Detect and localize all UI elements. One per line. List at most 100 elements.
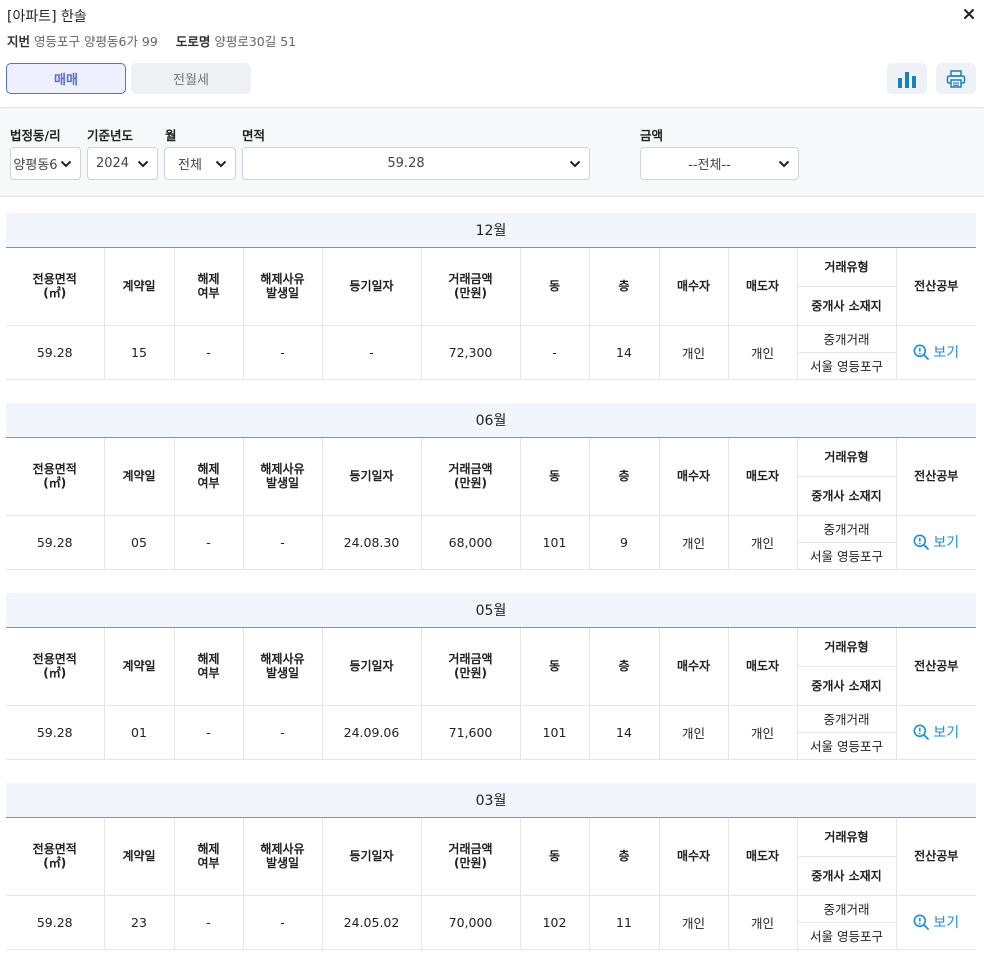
cell-deal-type: 중개거래: [797, 895, 897, 923]
road-label: 도로명: [175, 34, 211, 49]
print-button[interactable]: [936, 63, 976, 94]
cell-contract-day: 15: [104, 325, 175, 380]
search-icon: [913, 724, 930, 740]
col-contract-day: 계약일: [104, 628, 175, 706]
jibun-label: 지번: [7, 34, 31, 49]
table-header-row: 전용면적 (㎡) 계약일 해제 여부 해제사유 발생일 등기일자 거래금액 (만원) 동…: [6, 248, 976, 326]
col-price: 거래금액 (만원): [421, 438, 521, 516]
transaction-table: 전용면적 (㎡) 계약일 해제 여부 해제사유 발생일 등기일자 거래금액 (만원) 동…: [6, 248, 976, 380]
col-cancel: 해제 여부: [174, 628, 244, 706]
table-header-row: 전용면적 (㎡) 계약일 해제 여부 해제사유 발생일 등기일자 거래금액 (만원) 동…: [6, 818, 976, 896]
cell-agent-loc: 서울 영등포구: [797, 922, 897, 950]
col-cancel: 해제 여부: [174, 818, 244, 896]
view-button[interactable]: 보기: [913, 342, 959, 362]
col-buyer: 매수자: [659, 628, 729, 706]
col-reg-date: 등기일자: [322, 818, 422, 896]
close-icon[interactable]: [962, 6, 976, 20]
col-docs: 전산공부: [896, 438, 976, 516]
search-icon: [913, 344, 930, 360]
view-button[interactable]: 보기: [913, 532, 959, 552]
chevron-down-icon: [215, 160, 229, 168]
col-reg-date: 등기일자: [322, 248, 422, 326]
cell-dong: -: [520, 325, 590, 380]
cell-contract-day: 05: [104, 515, 175, 570]
col-contract-day: 계약일: [104, 438, 175, 516]
cell-cancel: -: [174, 705, 244, 760]
month-section: 12월 전용면적 (㎡) 계약일 해제 여부 해제사유 발생일 등기일자 거래금액 (만…: [6, 213, 976, 380]
table-row: 59.28 15 - - - 72,300 - 14 개인 개인 중개거래 보기: [6, 325, 976, 380]
year-select[interactable]: 2024: [87, 147, 158, 180]
col-agent-loc: 중개사 소재지: [797, 666, 897, 706]
cell-floor: 9: [589, 515, 660, 570]
cell-cancel-date: -: [243, 325, 323, 380]
area-select-value: 59.28: [387, 156, 425, 171]
col-price: 거래금액 (만원): [421, 628, 521, 706]
col-reg-date: 등기일자: [322, 628, 422, 706]
cell-price: 68,000: [421, 515, 521, 570]
tab-rent[interactable]: 전월세: [131, 63, 251, 94]
month-section: 03월 전용면적 (㎡) 계약일 해제 여부 해제사유 발생일 등기일자 거래금액 (만…: [6, 783, 976, 950]
address-line: 지번 영등포구 양평동6가 99 도로명 양평로30길 51: [7, 31, 296, 50]
col-floor: 층: [589, 818, 660, 896]
col-agent-loc: 중개사 소재지: [797, 856, 897, 896]
cell-buyer: 개인: [659, 895, 729, 950]
dong-label: 법정동/리: [10, 128, 61, 143]
col-dong: 동: [520, 438, 590, 516]
view-button[interactable]: 보기: [913, 722, 959, 742]
cell-area: 59.28: [6, 515, 105, 570]
dong-select[interactable]: 양평동6: [10, 147, 81, 180]
printer-icon: [946, 69, 966, 88]
year-select-value: 2024: [95, 156, 130, 171]
price-select[interactable]: --전체--: [640, 147, 799, 180]
col-buyer: 매수자: [659, 818, 729, 896]
col-floor: 층: [589, 248, 660, 326]
cell-floor: 14: [589, 705, 660, 760]
col-docs: 전산공부: [896, 818, 976, 896]
cell-area: 59.28: [6, 325, 105, 380]
cell-reg-date: -: [322, 325, 422, 380]
month-title: 06월: [6, 403, 976, 438]
cell-buyer: 개인: [659, 325, 729, 380]
table-row: 59.28 01 - - 24.09.06 71,600 101 14 개인 개…: [6, 705, 976, 760]
cell-deal-type: 중개거래: [797, 325, 897, 353]
cell-contract-day: 01: [104, 705, 175, 760]
cell-buyer: 개인: [659, 705, 729, 760]
col-price: 거래금액 (만원): [421, 818, 521, 896]
chart-button[interactable]: [887, 63, 927, 94]
tab-sale[interactable]: 매매: [6, 63, 126, 94]
view-label: 보기: [933, 344, 960, 361]
view-label: 보기: [933, 914, 960, 931]
cell-agent-loc: 서울 영등포구: [797, 542, 897, 570]
cell-price: 71,600: [421, 705, 521, 760]
jibun-value: 영등포구 양평동6가 99: [34, 34, 158, 49]
cell-seller: 개인: [728, 325, 798, 380]
col-area: 전용면적 (㎡): [6, 818, 105, 896]
cell-reg-date: 24.05.02: [322, 895, 422, 950]
table-header-row: 전용면적 (㎡) 계약일 해제 여부 해제사유 발생일 등기일자 거래금액 (만원) 동…: [6, 628, 976, 706]
view-button[interactable]: 보기: [913, 912, 959, 932]
cell-contract-day: 23: [104, 895, 175, 950]
bar-chart-icon: [898, 71, 916, 88]
month-title: 12월: [6, 213, 976, 248]
cell-price: 70,000: [421, 895, 521, 950]
search-icon: [913, 534, 930, 550]
cell-seller: 개인: [728, 895, 798, 950]
cell-area: 59.28: [6, 705, 105, 760]
cell-reg-date: 24.08.30: [322, 515, 422, 570]
month-title: 03월: [6, 783, 976, 818]
cell-cancel-date: -: [243, 515, 323, 570]
cell-dong: 101: [520, 705, 590, 760]
col-buyer: 매수자: [659, 438, 729, 516]
area-select[interactable]: 59.28: [242, 147, 590, 180]
year-label: 기준년도: [87, 128, 134, 143]
col-deal-type: 거래유형: [797, 628, 897, 667]
cell-agent-loc: 서울 영등포구: [797, 352, 897, 380]
transaction-table: 전용면적 (㎡) 계약일 해제 여부 해제사유 발생일 등기일자 거래금액 (만원) 동…: [6, 438, 976, 570]
cell-cancel: -: [174, 515, 244, 570]
cell-docs: 보기: [896, 515, 976, 570]
month-select[interactable]: 전체: [164, 147, 236, 180]
col-seller: 매도자: [728, 248, 798, 326]
month-title: 05월: [6, 593, 976, 628]
col-deal-type: 거래유형: [797, 438, 897, 477]
col-dong: 동: [520, 628, 590, 706]
